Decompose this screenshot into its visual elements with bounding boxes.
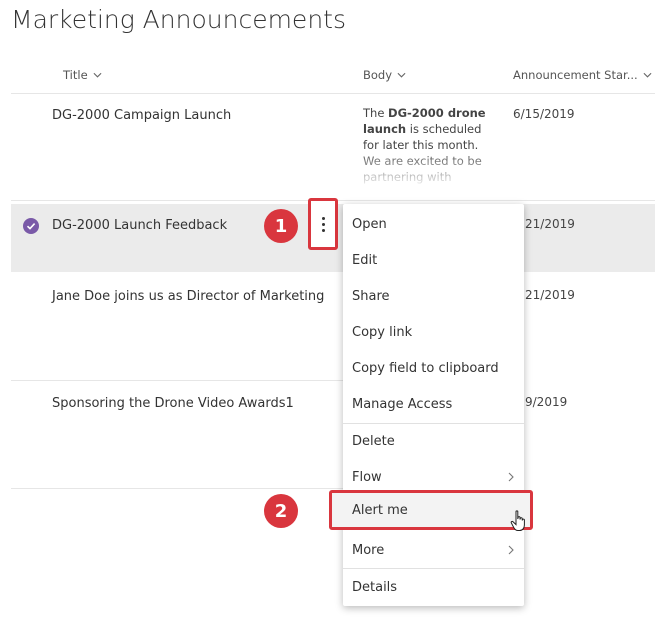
callout-badge-2: 2 [264,494,298,528]
page-title: Marketing Announcements [11,5,346,34]
column-header-body[interactable]: Body [363,68,406,82]
row-body-1: The DG-2000 drone launch is scheduled fo… [363,105,498,185]
menu-item-details[interactable]: Details [343,569,524,605]
menu-item-share[interactable]: Share [343,278,524,314]
row-date-2: 21/2019 [525,217,575,231]
menu-item-alert-me[interactable]: Alert me [343,492,524,528]
callout-badge-1: 1 [264,209,298,243]
menu-item-copy-field[interactable]: Copy field to clipboard [343,350,524,386]
menu-item-manage-access[interactable]: Manage Access [343,386,524,422]
header-divider [11,93,655,94]
row-title-3[interactable]: Jane Doe joins us as Director of Marketi… [52,289,324,304]
chevron-down-icon [93,72,102,78]
hand-pointer-icon [510,510,525,531]
check-icon[interactable] [23,218,39,234]
row-date-3: 21/2019 [525,288,575,302]
menu-item-more-label: More [352,542,385,558]
row-body-prefix: The [363,106,389,120]
row-title-2[interactable]: DG-2000 Launch Feedback [52,218,227,233]
chevron-right-icon [508,545,514,555]
row-title-1[interactable]: DG-2000 Campaign Launch [52,108,231,123]
column-header-body-label: Body [363,68,393,82]
menu-item-delete[interactable]: Delete [343,423,524,459]
column-header-announcement-start[interactable]: Announcement Star... [513,68,652,82]
menu-item-edit[interactable]: Edit [343,242,524,278]
row-title-4[interactable]: Sponsoring the Drone Video Awards1 [52,396,294,411]
row-date-1: 6/15/2019 [513,107,575,121]
menu-item-more[interactable]: More [343,532,524,568]
chevron-down-icon [643,72,652,78]
chevron-down-icon [397,72,406,78]
menu-item-flow-label: Flow [352,469,382,485]
menu-item-copy-link[interactable]: Copy link [343,314,524,350]
menu-item-open[interactable]: Open [343,206,524,242]
row-divider [11,488,344,489]
row-date-4: 9/2019 [525,395,568,409]
chevron-right-icon [508,472,514,482]
column-header-announcement-start-label: Announcement Star... [513,68,638,82]
column-header-title-label: Title [63,68,88,82]
row-divider [11,380,344,381]
more-vertical-icon[interactable] [308,198,338,250]
column-header-title[interactable]: Title [63,68,102,82]
